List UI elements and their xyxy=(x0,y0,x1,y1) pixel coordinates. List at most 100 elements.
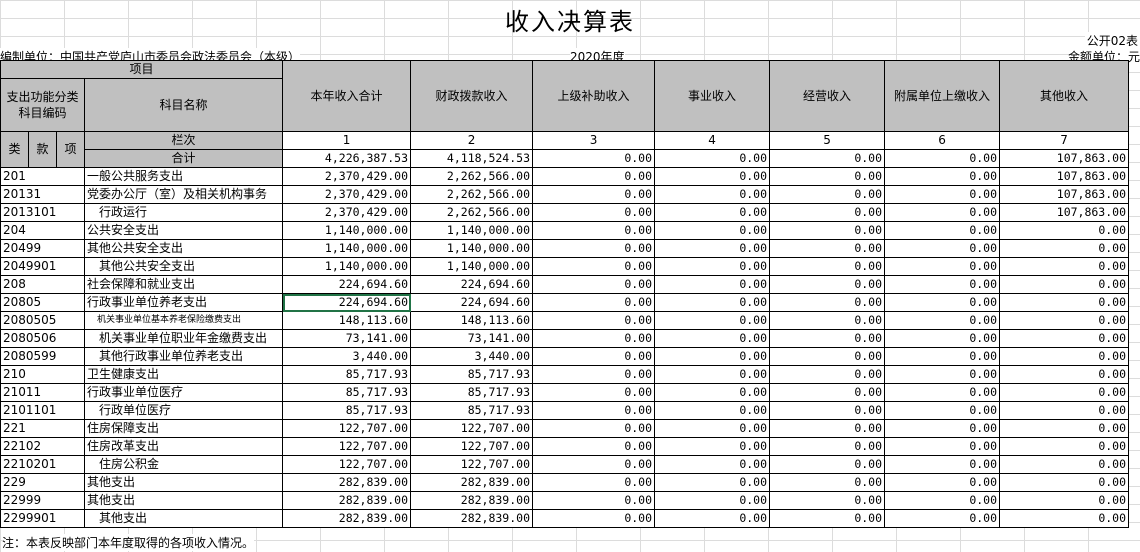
amount-cell[interactable]: 0.00 xyxy=(999,419,1130,438)
amount-cell[interactable]: 85,717.93 xyxy=(282,383,412,402)
amount-cell[interactable]: 0.00 xyxy=(884,329,1001,348)
amount-cell[interactable]: 0.00 xyxy=(654,293,771,312)
total-cell[interactable]: 0.00 xyxy=(769,149,886,168)
subject-name[interactable]: 卫生健康支出 xyxy=(83,365,284,384)
total-cell[interactable]: 4,226,387.53 xyxy=(282,149,412,168)
amount-cell[interactable]: 1,140,000.00 xyxy=(410,239,534,258)
amount-cell[interactable]: 0.00 xyxy=(999,491,1130,510)
amount-cell[interactable]: 85,717.93 xyxy=(410,365,534,384)
amount-cell[interactable]: 1,140,000.00 xyxy=(410,221,534,240)
amount-cell[interactable]: 0.00 xyxy=(532,437,656,456)
amount-cell[interactable]: 0.00 xyxy=(654,203,771,222)
amount-cell[interactable]: 0.00 xyxy=(654,347,771,366)
total-cell[interactable]: 0.00 xyxy=(654,149,771,168)
subject-code[interactable]: 2049901 xyxy=(0,257,85,276)
subject-name[interactable]: 其他公共安全支出 xyxy=(83,239,284,258)
amount-cell[interactable]: 0.00 xyxy=(532,491,656,510)
subject-code[interactable]: 20805 xyxy=(0,293,85,312)
subject-code[interactable]: 2013101 xyxy=(0,203,85,222)
amount-cell[interactable]: 0.00 xyxy=(884,455,1001,474)
total-cell[interactable]: 0.00 xyxy=(532,149,656,168)
amount-cell[interactable]: 0.00 xyxy=(769,347,886,366)
amount-cell[interactable]: 0.00 xyxy=(769,437,886,456)
amount-cell[interactable]: 0.00 xyxy=(532,473,656,492)
amount-cell[interactable]: 0.00 xyxy=(654,275,771,294)
amount-cell[interactable]: 0.00 xyxy=(884,293,1001,312)
amount-cell[interactable]: 85,717.93 xyxy=(410,401,534,420)
amount-cell[interactable]: 0.00 xyxy=(999,275,1130,294)
amount-cell[interactable]: 224,694.60 xyxy=(282,275,412,294)
amount-cell[interactable]: 282,839.00 xyxy=(410,473,534,492)
amount-cell[interactable]: 0.00 xyxy=(654,455,771,474)
amount-cell[interactable]: 122,707.00 xyxy=(282,419,412,438)
amount-cell[interactable]: 0.00 xyxy=(532,383,656,402)
amount-cell[interactable]: 0.00 xyxy=(769,383,886,402)
amount-cell[interactable]: 122,707.00 xyxy=(282,437,412,456)
amount-cell[interactable]: 282,839.00 xyxy=(410,509,534,528)
amount-cell[interactable]: 282,839.00 xyxy=(282,491,412,510)
amount-cell[interactable]: 0.00 xyxy=(769,419,886,438)
subject-name[interactable]: 住房改革支出 xyxy=(83,437,284,456)
amount-cell[interactable]: 0.00 xyxy=(532,311,656,330)
header-col-3[interactable]: 上级补助收入 xyxy=(532,60,656,132)
subject-name[interactable]: 其他支出 xyxy=(83,509,284,528)
amount-cell[interactable]: 0.00 xyxy=(999,401,1130,420)
amount-cell[interactable]: 85,717.93 xyxy=(410,383,534,402)
amount-cell[interactable]: 0.00 xyxy=(999,509,1130,528)
amount-cell[interactable]: 0.00 xyxy=(654,239,771,258)
amount-cell[interactable]: 0.00 xyxy=(884,167,1001,186)
amount-cell[interactable]: 0.00 xyxy=(532,167,656,186)
amount-cell[interactable]: 2,262,566.00 xyxy=(410,167,534,186)
amount-cell[interactable]: 0.00 xyxy=(999,455,1130,474)
amount-cell[interactable]: 0.00 xyxy=(769,365,886,384)
amount-cell[interactable]: 0.00 xyxy=(769,221,886,240)
amount-cell[interactable]: 0.00 xyxy=(532,365,656,384)
amount-cell[interactable]: 224,694.60 xyxy=(282,293,412,312)
subject-name[interactable]: 机关事业单位职业年金缴费支出 xyxy=(83,329,284,348)
amount-cell[interactable]: 0.00 xyxy=(654,221,771,240)
amount-cell[interactable]: 0.00 xyxy=(654,383,771,402)
amount-cell[interactable]: 0.00 xyxy=(769,203,886,222)
amount-cell[interactable]: 107,863.00 xyxy=(999,185,1130,204)
subject-code[interactable]: 2080599 xyxy=(0,347,85,366)
header-col-1[interactable]: 本年收入合计 xyxy=(282,60,412,132)
amount-cell[interactable]: 2,262,566.00 xyxy=(410,185,534,204)
header-col-7[interactable]: 其他收入 xyxy=(999,60,1130,132)
subject-code[interactable]: 2299901 xyxy=(0,509,85,528)
amount-cell[interactable]: 0.00 xyxy=(654,509,771,528)
subject-name[interactable]: 社会保障和就业支出 xyxy=(83,275,284,294)
amount-cell[interactable]: 0.00 xyxy=(769,275,886,294)
amount-cell[interactable]: 0.00 xyxy=(769,239,886,258)
amount-cell[interactable]: 0.00 xyxy=(769,491,886,510)
amount-cell[interactable]: 0.00 xyxy=(654,473,771,492)
amount-cell[interactable]: 0.00 xyxy=(654,311,771,330)
amount-cell[interactable]: 107,863.00 xyxy=(999,203,1130,222)
amount-cell[interactable]: 0.00 xyxy=(654,491,771,510)
subject-code[interactable]: 2080505 xyxy=(0,311,85,330)
amount-cell[interactable]: 1,140,000.00 xyxy=(410,257,534,276)
amount-cell[interactable]: 1,140,000.00 xyxy=(282,257,412,276)
amount-cell[interactable]: 0.00 xyxy=(999,329,1130,348)
amount-cell[interactable]: 0.00 xyxy=(532,293,656,312)
subject-code[interactable]: 208 xyxy=(0,275,85,294)
amount-cell[interactable]: 0.00 xyxy=(769,311,886,330)
amount-cell[interactable]: 107,863.00 xyxy=(999,167,1130,186)
amount-cell[interactable]: 148,113.60 xyxy=(282,311,412,330)
amount-cell[interactable]: 0.00 xyxy=(884,239,1001,258)
amount-cell[interactable]: 0.00 xyxy=(884,311,1001,330)
amount-cell[interactable]: 0.00 xyxy=(999,311,1130,330)
amount-cell[interactable]: 0.00 xyxy=(532,347,656,366)
subject-name[interactable]: 一般公共服务支出 xyxy=(83,167,284,186)
amount-cell[interactable]: 0.00 xyxy=(999,383,1130,402)
amount-cell[interactable]: 0.00 xyxy=(884,257,1001,276)
header-col-4[interactable]: 事业收入 xyxy=(654,60,771,132)
total-cell[interactable]: 107,863.00 xyxy=(999,149,1130,168)
amount-cell[interactable]: 0.00 xyxy=(884,185,1001,204)
subject-name[interactable]: 住房公积金 xyxy=(83,455,284,474)
amount-cell[interactable]: 0.00 xyxy=(654,185,771,204)
amount-cell[interactable]: 0.00 xyxy=(884,491,1001,510)
amount-cell[interactable]: 0.00 xyxy=(999,347,1130,366)
amount-cell[interactable]: 0.00 xyxy=(654,401,771,420)
header-col-2[interactable]: 财政拨款收入 xyxy=(410,60,534,132)
amount-cell[interactable]: 0.00 xyxy=(999,473,1130,492)
